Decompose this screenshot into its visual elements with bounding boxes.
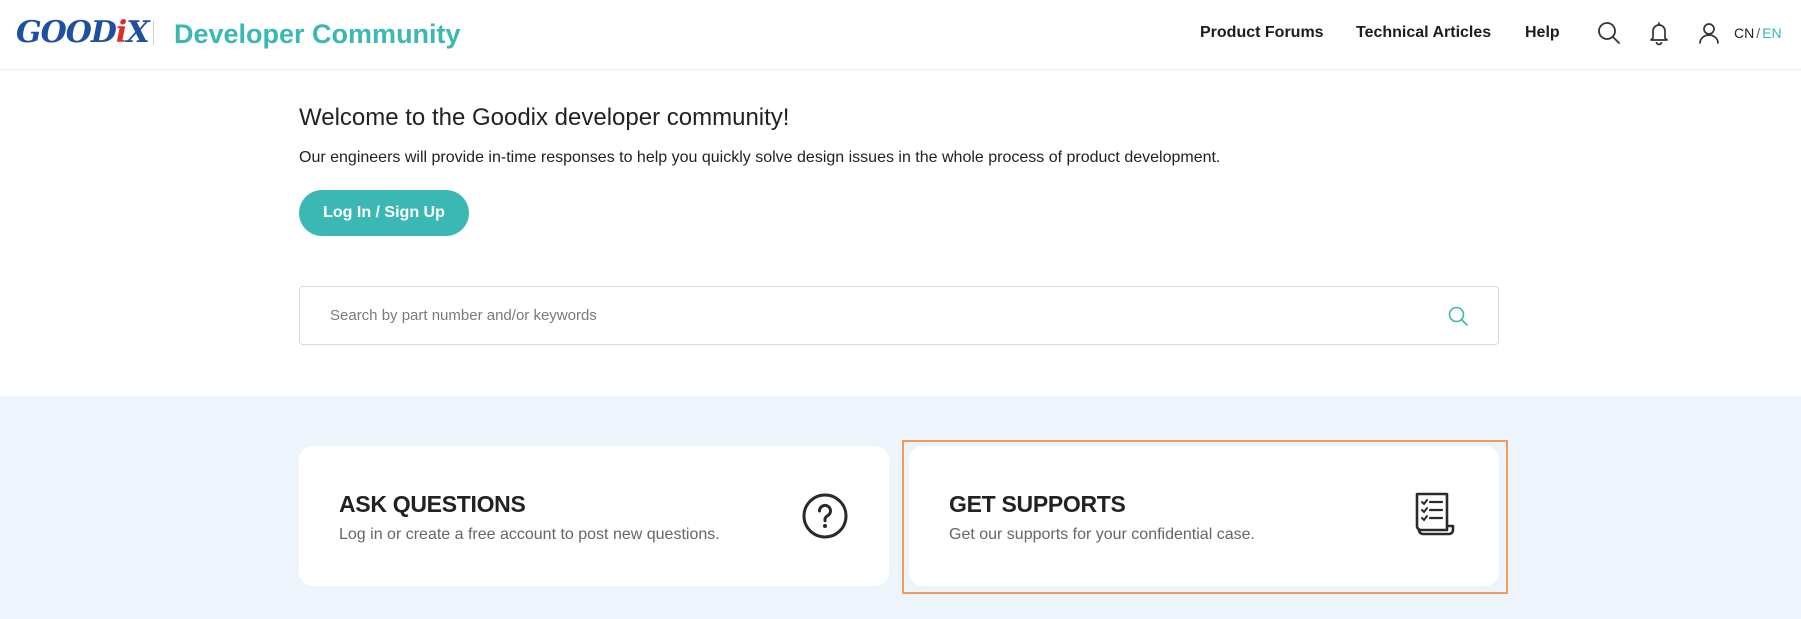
user-icon[interactable] — [1696, 20, 1722, 46]
logo-letters-ood: OOD — [40, 15, 117, 50]
ask-questions-subtitle: Log in or create a free account to post … — [339, 526, 720, 543]
search-icon[interactable] — [1596, 20, 1622, 46]
search-bar — [299, 286, 1499, 345]
ask-questions-title: ASK QUESTIONS — [339, 491, 526, 517]
feature-section: ASK QUESTIONS Log in or create a free ac… — [0, 396, 1801, 619]
lang-en[interactable]: EN — [1762, 25, 1781, 41]
get-supports-subtitle: Get our supports for your confidential c… — [949, 526, 1255, 543]
brand-title[interactable]: Developer Community — [174, 17, 461, 51]
bell-icon[interactable] — [1646, 20, 1672, 46]
logo-letter-i: i — [115, 15, 127, 50]
top-header: GOODiX Developer Community Product Forum… — [0, 0, 1801, 70]
lang-separator: / — [1756, 25, 1761, 41]
login-signup-button[interactable]: Log In / Sign Up — [299, 190, 469, 236]
get-supports-title: GET SUPPORTS — [949, 491, 1126, 517]
search-input[interactable] — [330, 287, 1430, 344]
nav-product-forums[interactable]: Product Forums — [1200, 22, 1324, 44]
logo-divider — [153, 21, 154, 45]
search-submit-icon[interactable] — [1446, 304, 1470, 328]
nav-help[interactable]: Help — [1525, 22, 1560, 44]
goodix-logo[interactable]: GOODiX — [16, 15, 150, 50]
document-list-icon — [1415, 492, 1455, 536]
question-circle-icon — [802, 493, 848, 539]
logo-letter-x: X — [126, 15, 149, 50]
ask-questions-card[interactable]: ASK QUESTIONS Log in or create a free ac… — [299, 446, 889, 586]
welcome-description: Our engineers will provide in-time respo… — [299, 149, 1221, 166]
nav-technical-articles[interactable]: Technical Articles — [1356, 22, 1491, 44]
welcome-title: Welcome to the Goodix developer communit… — [299, 104, 790, 131]
language-switch: CN / EN — [1734, 23, 1782, 43]
lang-cn[interactable]: CN — [1734, 25, 1754, 41]
get-supports-card[interactable]: GET SUPPORTS Get our supports for your c… — [909, 446, 1499, 586]
logo-letter-g: G — [16, 15, 42, 50]
